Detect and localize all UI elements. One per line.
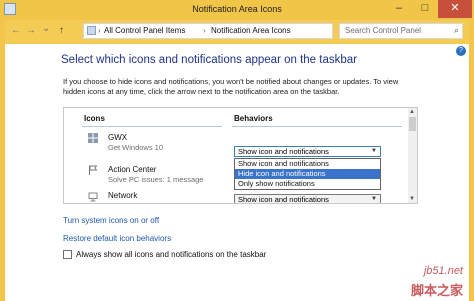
breadcrumb-separator: › [98,26,101,35]
option-only-notifications[interactable]: Only show notifications [235,179,380,189]
control-panel-icon [87,26,96,35]
chevron-down-icon: ▼ [371,196,377,202]
title-bar: Notification Area Icons – □ ✕ [0,0,474,20]
breadcrumb-separator: › [203,26,206,35]
control-panel-window: Notification Area Icons – □ ✕ ← → ⌄ ↑ › … [0,0,474,301]
search-placeholder: Search Control Panel [345,26,422,35]
combo-value: Show icon and notifications [238,195,329,204]
combo-value: Show icon and notifications [238,147,329,156]
header-divider [232,126,402,127]
search-icon[interactable]: ⌕ [454,25,459,36]
windows-icon [88,133,98,143]
recent-locations-icon[interactable]: ⌄ [42,23,50,34]
scroll-up-icon[interactable]: ▲ [409,109,415,115]
address-bar: ← → ⌄ ↑ › All Control Panel Items › Noti… [5,20,469,44]
list-scrollbar[interactable]: ▲ ▼ [408,108,417,203]
page-description: If you choose to hide icons and notifica… [63,77,399,96]
row-sub-action-center: Solve PC issues: 1 message [108,175,204,184]
main-content: ? Select which icons and notifications a… [5,44,469,301]
always-show-label[interactable]: Always show all icons and notifications … [76,250,266,259]
always-show-checkbox[interactable] [63,250,72,259]
forward-arrow-icon[interactable]: → [26,25,36,36]
option-show-icon[interactable]: Show icon and notifications [235,159,380,169]
maximize-button[interactable]: □ [412,0,438,18]
row-sub-gwx: Get Windows 10 [108,143,164,152]
scroll-down-icon[interactable]: ▼ [409,196,415,202]
row-name-gwx: GWX [108,133,128,142]
scroll-thumb[interactable] [409,117,416,131]
watermark-site: jb51.net [423,265,463,277]
flag-icon [89,165,98,175]
option-hide-icon[interactable]: Hide icon and notifications [235,169,380,179]
behavior-dropdown-network[interactable]: Show icon and notifications ▼ [234,194,381,204]
icons-list: Icons Behaviors GWX Get Windows 10 Show … [63,107,418,204]
behavior-dropdown-gwx[interactable]: Show icon and notifications ▼ [234,146,381,157]
row-name-action-center: Action Center [108,165,157,174]
restore-defaults-link[interactable]: Restore default icon behaviors [63,234,171,243]
breadcrumb-notification-area[interactable]: Notification Area Icons [211,26,291,35]
column-header-behaviors: Behaviors [234,114,273,123]
up-arrow-icon[interactable]: ↑ [59,25,64,36]
address-field[interactable]: › All Control Panel Items › Notification… [83,23,333,39]
chevron-down-icon: ▼ [371,148,377,154]
page-title: Select which icons and notifications app… [61,54,357,66]
close-button[interactable]: ✕ [438,0,472,18]
column-header-icons: Icons [84,114,105,123]
back-arrow-icon[interactable]: ← [11,25,21,36]
behavior-options-list: Show icon and notifications Hide icon an… [234,158,381,190]
search-input[interactable]: Search Control Panel ⌕ [339,23,463,39]
network-icon [88,192,98,202]
header-divider [82,126,222,127]
watermark-brand: 脚本之家 [410,283,463,298]
system-icons-link[interactable]: Turn system icons on or off [63,216,159,225]
breadcrumb-all-items[interactable]: All Control Panel Items [104,26,185,35]
minimize-button[interactable]: – [386,0,412,18]
help-icon[interactable]: ? [456,46,466,56]
row-name-network: Network [108,191,138,200]
